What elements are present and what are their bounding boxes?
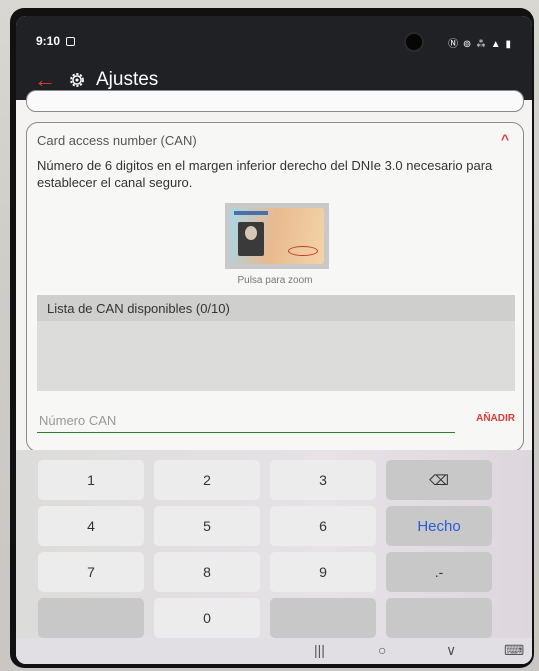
can-number-input[interactable] (37, 409, 455, 433)
home-icon[interactable]: ○ (378, 642, 386, 658)
status-bar-left: 9:10 (36, 34, 76, 48)
nav-back-icon[interactable]: ∨ (446, 642, 456, 659)
keyboard-toggle-icon[interactable]: ⌨ (504, 642, 524, 659)
can-highlight-circle (288, 246, 318, 256)
phone-screen: 9:10 Ⓝ ⊚ ⁂ ▲ ▮ ← Ajustes Card access num… (16, 16, 532, 664)
status-time: 9:10 (36, 34, 61, 48)
key-8[interactable]: 8 (154, 552, 260, 592)
notification-icon (66, 36, 76, 46)
dni-photo (238, 222, 264, 256)
key-0[interactable]: 0 (154, 598, 260, 638)
add-button[interactable]: AÑADIR (476, 413, 515, 424)
key-1[interactable]: 1 (38, 460, 144, 500)
blank-key-left (38, 598, 144, 638)
card-header[interactable]: Card access number (CAN) (37, 133, 197, 148)
page-title: Ajustes (96, 69, 159, 90)
can-list: Lista de CAN disponibles (0/10) (37, 295, 515, 391)
status-icons: Ⓝ ⊚ ⁂ ▲ ▮ (448, 39, 512, 50)
chevron-up-icon[interactable]: ^ (501, 131, 509, 147)
numeric-keyboard: 1 2 3 ⌫ 4 5 6 Hecho 7 8 9 .- 0 (16, 450, 532, 638)
gear-icon (70, 73, 84, 87)
settings-content: Card access number (CAN) ^ Número de 6 d… (16, 90, 532, 452)
previous-setting-card (26, 90, 524, 112)
system-nav-bar: ||| ○ ∨ ⌨ (16, 638, 532, 664)
can-list-header: Lista de CAN disponibles (0/10) (37, 295, 515, 321)
done-key[interactable]: Hecho (386, 506, 492, 546)
dni-image[interactable] (225, 203, 329, 269)
dni-flag-strip (234, 211, 268, 215)
blank-key-middle (270, 598, 376, 638)
zoom-caption: Pulsa para zoom (237, 275, 313, 286)
front-camera (404, 32, 424, 52)
key-6[interactable]: 6 (270, 506, 376, 546)
key-7[interactable]: 7 (38, 552, 144, 592)
blank-key-right (386, 598, 492, 638)
key-4[interactable]: 4 (38, 506, 144, 546)
key-5[interactable]: 5 (154, 506, 260, 546)
top-bar: 9:10 Ⓝ ⊚ ⁂ ▲ ▮ ← Ajustes (16, 16, 532, 100)
backspace-key[interactable]: ⌫ (386, 460, 492, 500)
recent-apps-icon[interactable]: ||| (314, 642, 325, 658)
dni-card-illustration (230, 208, 324, 264)
can-description: Número de 6 digitos en el margen inferio… (37, 158, 493, 190)
can-settings-card: Card access number (CAN) ^ Número de 6 d… (26, 122, 524, 452)
can-input-row: AÑADIR (37, 409, 515, 433)
key-9[interactable]: 9 (270, 552, 376, 592)
key-3[interactable]: 3 (270, 460, 376, 500)
punctuation-key[interactable]: .- (386, 552, 492, 592)
key-2[interactable]: 2 (154, 460, 260, 500)
